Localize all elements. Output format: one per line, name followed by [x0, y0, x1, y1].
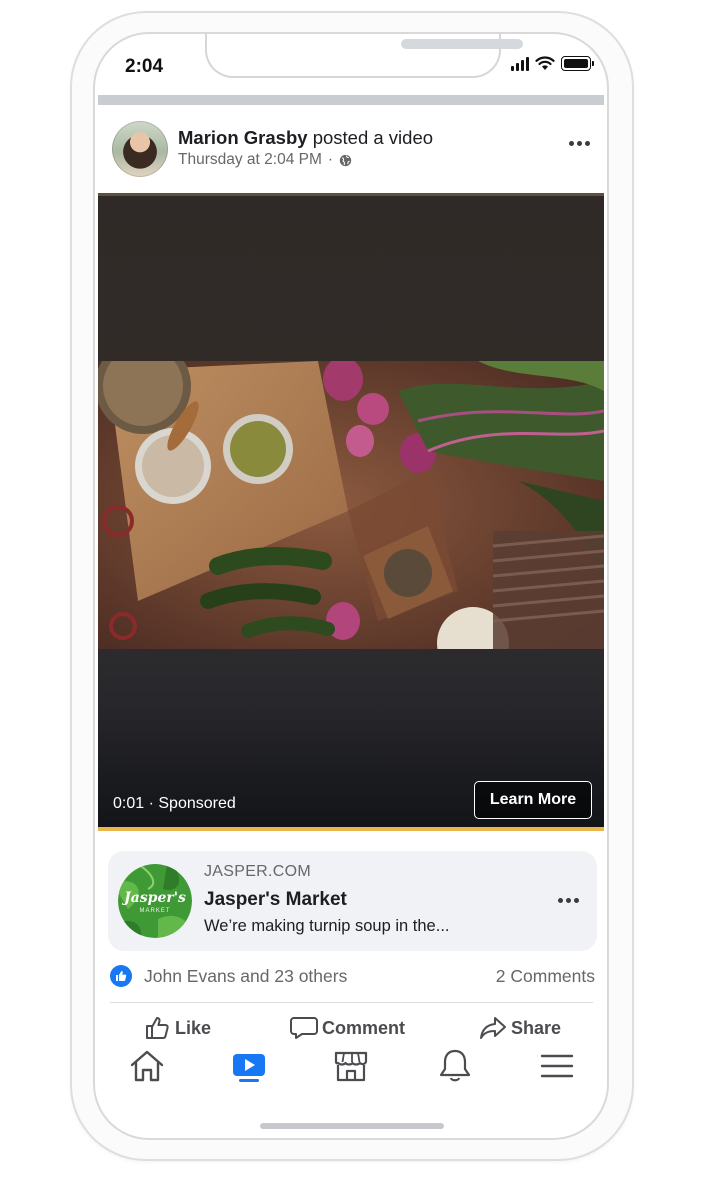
- post-actions: Like Comment Share: [95, 1016, 607, 1046]
- hamburger-menu-icon: [540, 1054, 574, 1078]
- video-bottom-accent: [98, 827, 604, 831]
- learn-more-button[interactable]: Learn More: [474, 781, 592, 819]
- share-arrow-icon: [480, 1017, 506, 1039]
- share-label: Share: [511, 1017, 562, 1038]
- post-action-text: posted a video: [312, 127, 434, 148]
- share-button[interactable]: Share: [479, 1016, 561, 1040]
- likes-text: John Evans and 23 others: [144, 965, 348, 986]
- like-button[interactable]: Like: [145, 1016, 211, 1040]
- actions-divider: [110, 1002, 593, 1003]
- tab-watch[interactable]: [229, 1046, 269, 1086]
- post-header: Marion Grasby posted a video Thursday at…: [98, 105, 604, 193]
- video-player[interactable]: 0:01 · Sponsored Learn More: [98, 193, 604, 831]
- feed-separator: [98, 95, 604, 105]
- status-icons: [511, 56, 594, 71]
- watch-video-icon: [233, 1054, 265, 1082]
- cellular-signal-icon: [511, 56, 529, 71]
- home-indicator[interactable]: [260, 1123, 444, 1129]
- card-title[interactable]: Jasper's Market: [204, 889, 347, 911]
- notch: [205, 34, 523, 78]
- tab-menu[interactable]: [537, 1046, 577, 1086]
- thumbs-up-icon: [146, 1017, 169, 1039]
- author-avatar[interactable]: [112, 121, 168, 177]
- sponsored-label: · Sponsored: [148, 795, 236, 812]
- card-domain: JASPER.COM: [204, 863, 312, 880]
- status-time: 2:04: [125, 56, 164, 77]
- comment-button[interactable]: Comment: [290, 1016, 405, 1040]
- post-author-line: Marion Grasby posted a video: [178, 127, 433, 149]
- video-elapsed: 0:01 · Sponsored: [113, 795, 236, 813]
- comment-label: Comment: [322, 1017, 406, 1038]
- comment-bubble-icon: [290, 1017, 318, 1039]
- wifi-icon: [535, 56, 555, 70]
- video-top-edge: [98, 193, 604, 196]
- tab-notifications[interactable]: [435, 1046, 475, 1086]
- link-preview-card[interactable]: Jasper's MARKET JASPER.COM Jasper's Mark…: [108, 851, 597, 951]
- video-frame-image: [98, 361, 604, 649]
- post-meta: Thursday at 2:04 PM ·: [178, 151, 352, 169]
- bell-icon: [439, 1049, 471, 1082]
- tab-marketplace[interactable]: [331, 1046, 371, 1086]
- comments-count[interactable]: 2 Comments: [496, 966, 595, 987]
- battery-icon: [561, 56, 594, 71]
- like-reaction-icon: [110, 965, 132, 987]
- speaker-grille: [401, 39, 523, 49]
- video-elapsed-time: 0:01: [113, 795, 145, 812]
- likes-summary[interactable]: John Evans and 23 others: [110, 965, 347, 987]
- logo-wordmark: Jasper's: [124, 890, 186, 906]
- card-more-options-icon[interactable]: [558, 898, 579, 903]
- card-description: We’re making turnip soup in the...: [204, 917, 450, 935]
- jaspers-market-logo[interactable]: Jasper's MARKET: [118, 864, 192, 938]
- like-label: Like: [175, 1017, 212, 1038]
- bottom-tab-bar: [95, 1046, 607, 1090]
- post-more-options-icon[interactable]: [569, 141, 590, 146]
- phone-screen: 2:04 Marion Grasby posted a video Thursd…: [95, 34, 607, 1138]
- home-icon: [130, 1050, 164, 1082]
- tab-home[interactable]: [127, 1046, 167, 1086]
- logo-subtext: MARKET: [139, 908, 171, 914]
- reactions-bar: John Evans and 23 others 2 Comments: [110, 963, 595, 989]
- marketplace-store-icon: [334, 1051, 368, 1082]
- globe-icon: [339, 154, 352, 166]
- meta-separator: ·: [327, 151, 334, 168]
- author-name[interactable]: Marion Grasby: [178, 127, 308, 148]
- post-timestamp[interactable]: Thursday at 2:04 PM: [178, 151, 322, 169]
